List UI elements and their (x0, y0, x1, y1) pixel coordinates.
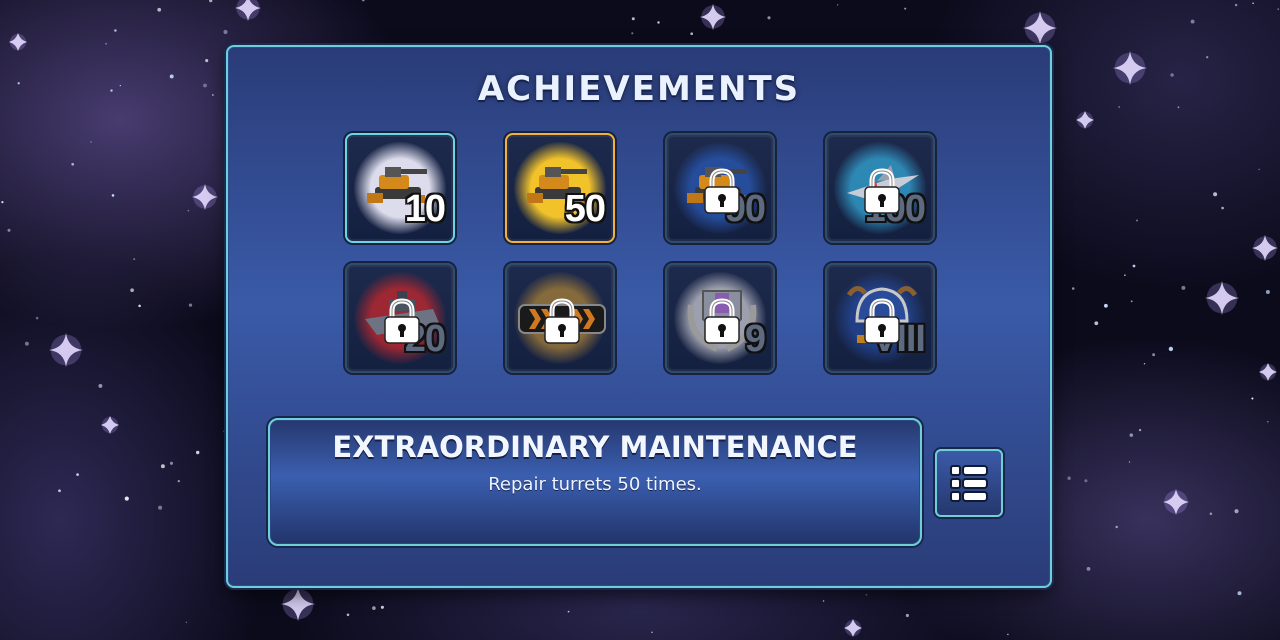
badge-number: 10 (404, 188, 446, 230)
badge-number: 9 (744, 318, 766, 360)
achievement-badge[interactable]: 50 (505, 133, 615, 243)
list-icon (950, 465, 988, 502)
lock-icon (382, 297, 422, 345)
lock-icon (862, 297, 902, 345)
achievement-description-box: EXTRAORDINARY MAINTENANCE Repair turrets… (268, 418, 922, 546)
achievement-badge[interactable]: VIII (825, 263, 935, 373)
panel-title: ACHIEVEMENTS (477, 69, 801, 109)
achievement-badge[interactable]: 100 (825, 133, 935, 243)
lock-icon (702, 297, 742, 345)
achievement-badge[interactable] (505, 263, 615, 373)
lock-icon (862, 167, 902, 215)
achievement-list-button[interactable] (935, 449, 1003, 517)
achievement-title: EXTRAORDINARY MAINTENANCE (332, 430, 858, 464)
achievement-badge[interactable]: 9 (665, 263, 775, 373)
lock-icon (542, 297, 582, 345)
achievement-badge[interactable]: 20 (345, 263, 455, 373)
lock-icon (702, 167, 742, 215)
badge-number: 50 (564, 188, 606, 230)
achievement-description: Repair turrets 50 times. (488, 474, 702, 495)
achievement-badge[interactable]: 90 (665, 133, 775, 243)
achievement-badge[interactable]: 10 (345, 133, 455, 243)
